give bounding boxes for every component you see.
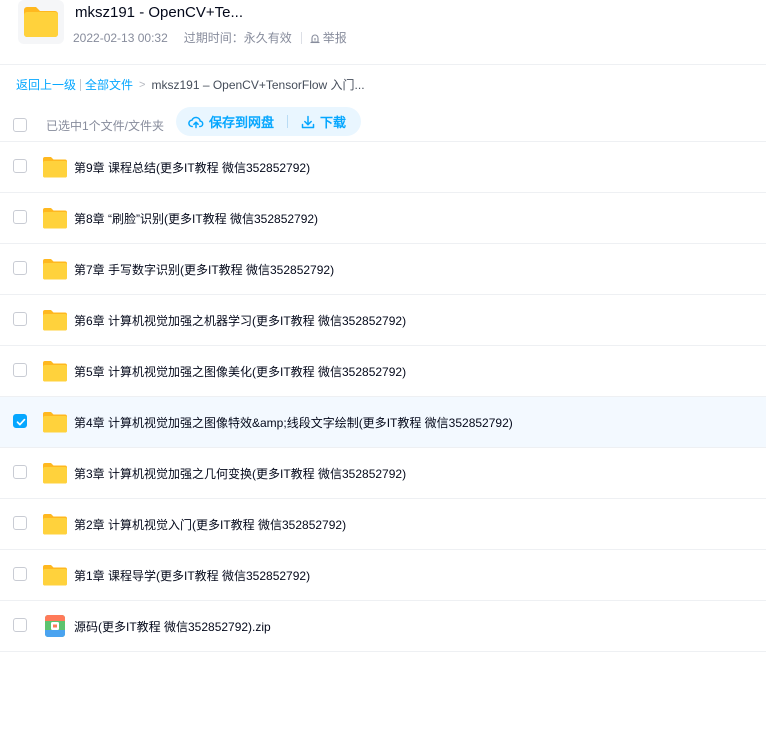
breadcrumb-current: mksz191 – OpenCV+TensorFlow 入门...: [151, 78, 365, 92]
file-row[interactable]: 源码(更多IT教程 微信352852792).zip: [0, 601, 766, 652]
folder-icon: [43, 157, 67, 178]
file-checkbox[interactable]: [13, 363, 27, 377]
file-checkbox[interactable]: [13, 618, 27, 632]
breadcrumb-divider: [80, 78, 82, 91]
file-checkbox[interactable]: [13, 516, 27, 530]
download-button[interactable]: 下载: [301, 112, 346, 131]
file-row[interactable]: 第4章 计算机视觉加强之图像特效&amp;线段文字绘制(更多IT教程 微信352…: [0, 397, 766, 448]
expire-value: 永久有效: [243, 31, 292, 45]
expire-label: 过期时间：: [183, 31, 244, 45]
share-title: mksz191 - OpenCV+Te...: [75, 4, 243, 21]
file-checkbox[interactable]: [13, 465, 27, 479]
folder-icon: [43, 412, 67, 433]
file-row[interactable]: 第3章 计算机视觉加强之几何变换(更多IT教程 微信352852792): [0, 448, 766, 499]
zip-archive-icon: [45, 615, 65, 637]
cloud-upload-icon: [188, 116, 204, 128]
breadcrumb: 返回上一级 全部文件 > mksz191 – OpenCV+TensorFlow…: [16, 76, 365, 93]
folder-icon: [43, 259, 67, 280]
file-row[interactable]: 第5章 计算机视觉加强之图像美化(更多IT教程 微信352852792): [0, 346, 766, 397]
file-name[interactable]: 第3章 计算机视觉加强之几何变换(更多IT教程 微信352852792): [74, 465, 406, 482]
meta-divider: [300, 31, 302, 44]
action-group: 保存到网盘 下载: [176, 107, 361, 136]
report-icon: [310, 34, 320, 43]
share-date: 2022-02-13 00:32: [73, 30, 168, 45]
file-name[interactable]: 第4章 计算机视觉加强之图像特效&amp;线段文字绘制(更多IT教程 微信352…: [74, 414, 513, 431]
folder-icon: [43, 310, 67, 331]
save-to-drive-button[interactable]: 保存到网盘: [188, 112, 274, 131]
file-name[interactable]: 第2章 计算机视觉入门(更多IT教程 微信352852792): [74, 516, 346, 533]
folder-icon: [18, 0, 64, 44]
file-row[interactable]: 第9章 课程总结(更多IT教程 微信352852792): [0, 142, 766, 193]
file-name[interactable]: 第1章 课程导学(更多IT教程 微信352852792): [74, 567, 310, 584]
download-label: 下载: [320, 115, 347, 130]
file-name[interactable]: 第6章 计算机视觉加强之机器学习(更多IT教程 微信352852792): [74, 312, 406, 329]
file-checkbox[interactable]: [13, 261, 27, 275]
folder-icon: [43, 463, 67, 484]
file-checkbox[interactable]: [13, 567, 27, 581]
file-row[interactable]: 第2章 计算机视觉入门(更多IT教程 微信352852792): [0, 499, 766, 550]
folder-icon: [43, 361, 67, 382]
file-row[interactable]: 第7章 手写数字识别(更多IT教程 微信352852792): [0, 244, 766, 295]
file-checkbox[interactable]: [13, 312, 27, 326]
file-toolbar: 已选中1个文件/文件夹 保存到网盘 下载: [0, 104, 766, 142]
breadcrumb-separator: >: [139, 78, 146, 91]
check-icon: [16, 418, 26, 426]
file-name[interactable]: 第5章 计算机视觉加强之图像美化(更多IT教程 微信352852792): [74, 363, 406, 380]
back-link[interactable]: 返回上一级: [16, 76, 76, 93]
selection-count: 已选中1个文件/文件夹: [46, 119, 165, 133]
file-name[interactable]: 第8章 “刷脸”识别(更多IT教程 微信352852792): [74, 210, 318, 227]
file-row[interactable]: 第8章 “刷脸”识别(更多IT教程 微信352852792): [0, 193, 766, 244]
report-label: 举报: [322, 31, 347, 45]
report-button[interactable]: 举报: [309, 29, 347, 46]
file-checkbox[interactable]: [13, 210, 27, 224]
file-name[interactable]: 第9章 课程总结(更多IT教程 微信352852792): [74, 159, 310, 176]
file-checkbox[interactable]: [13, 414, 27, 428]
select-all-checkbox[interactable]: [13, 118, 27, 132]
file-list: 第9章 课程总结(更多IT教程 微信352852792) 第8章 “刷脸”识别(…: [0, 142, 766, 652]
file-checkbox[interactable]: [13, 159, 27, 173]
all-files-link[interactable]: 全部文件: [85, 76, 133, 93]
folder-icon: [43, 514, 67, 535]
download-icon: [301, 115, 315, 128]
file-row[interactable]: 第6章 计算机视觉加强之机器学习(更多IT教程 微信352852792): [0, 295, 766, 346]
file-name[interactable]: 第7章 手写数字识别(更多IT教程 微信352852792): [74, 261, 334, 278]
folder-icon: [43, 565, 67, 586]
folder-icon: [43, 208, 67, 229]
share-header: mksz191 - OpenCV+Te... 2022-02-13 00:32 …: [0, 0, 766, 65]
file-row[interactable]: 第1章 课程导学(更多IT教程 微信352852792): [0, 550, 766, 601]
save-to-drive-label: 保存到网盘: [209, 115, 275, 130]
share-meta: 2022-02-13 00:32 过期时间： 永久有效 举报: [73, 29, 347, 46]
action-divider: [287, 115, 289, 128]
file-name[interactable]: 源码(更多IT教程 微信352852792).zip: [74, 618, 271, 635]
